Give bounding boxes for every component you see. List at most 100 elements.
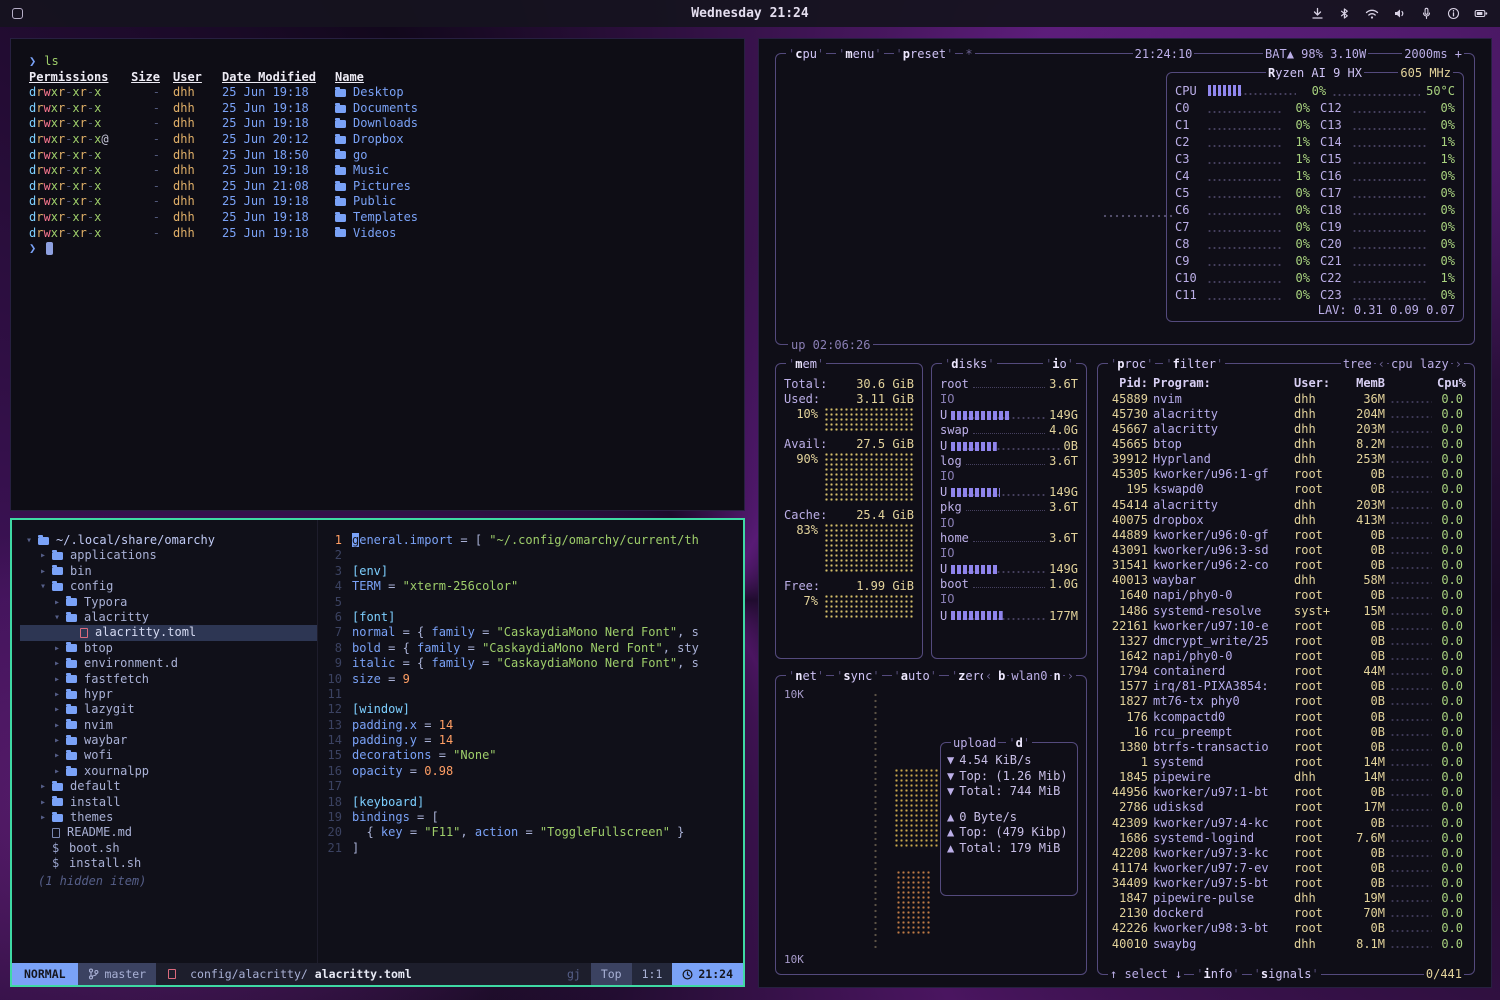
workspace-indicator[interactable]: [12, 8, 23, 19]
process-row[interactable]: 1systemdroot14M0.0: [1106, 754, 1466, 769]
next-iface-key[interactable]: n: [1052, 669, 1063, 683]
cpu-menu-buttons[interactable]: 'cpu''menu''preset': [786, 47, 955, 61]
tree-item-typora[interactable]: ▸Typora: [20, 595, 317, 610]
prev-iface-arrow[interactable]: ‹: [983, 669, 994, 683]
tree-item-fastfetch[interactable]: ▸fastfetch: [20, 672, 317, 687]
process-row[interactable]: 42309kworker/u97:4-kcroot0B0.0: [1106, 815, 1466, 830]
process-row[interactable]: 45305kworker/u96:1-gfroot0B0.0: [1106, 467, 1466, 482]
process-row[interactable]: 176kcompactd0root0B0.0: [1106, 709, 1466, 724]
terminal-window-ls[interactable]: ❯ ls PermissionsSizeUserDate ModifiedNam…: [10, 38, 745, 511]
auto-button[interactable]: 'auto': [892, 669, 939, 683]
tree-root[interactable]: ▾ ~/.local/share/omarchy: [20, 533, 317, 548]
terminal-cursor[interactable]: [46, 242, 53, 255]
tree-item-nvim[interactable]: ▸nvim: [20, 718, 317, 733]
bluetooth-icon[interactable]: [1338, 7, 1351, 20]
process-row[interactable]: 34409kworker/u97:5-btroot0B0.0: [1106, 876, 1466, 891]
proc-header-cpu[interactable]: Cpu%: [1437, 376, 1463, 390]
proc-header-program[interactable]: Program:: [1153, 376, 1289, 390]
process-row[interactable]: 40075dropboxdhh413M0.0: [1106, 512, 1466, 527]
upload-panel-label[interactable]: upload: [951, 736, 998, 750]
tree-toggle[interactable]: tree: [1341, 357, 1374, 371]
preset-button[interactable]: 'preset': [894, 47, 956, 61]
panel-hotkey[interactable]: 'd': [1006, 736, 1032, 750]
tree-item-install-sh[interactable]: $install.sh: [20, 856, 317, 871]
tree-item-themes[interactable]: ▸themes: [20, 810, 317, 825]
process-row[interactable]: 1577irq/81-PIXA3854:root0B0.0: [1106, 679, 1466, 694]
neovim-window[interactable]: ▾ ~/.local/share/omarchy ▸applications▸b…: [10, 518, 745, 987]
chevron-right-icon[interactable]: ▸: [54, 748, 66, 763]
process-row[interactable]: 40013waybardhh58M0.0: [1106, 573, 1466, 588]
process-row[interactable]: 40010swaybgdhh8.1M0.0: [1106, 936, 1466, 951]
process-row[interactable]: 195kswapd0root0B0.0: [1106, 482, 1466, 497]
process-row[interactable]: 44889kworker/u96:0-gfroot0B0.0: [1106, 527, 1466, 542]
sort-next-arrow[interactable]: ›: [1453, 357, 1464, 371]
tree-item-wofi[interactable]: ▸wofi: [20, 748, 317, 763]
process-row[interactable]: 1486systemd-resolvesyst+15M0.0: [1106, 603, 1466, 618]
process-row[interactable]: 39912Hyprlanddhh253M0.0: [1106, 452, 1466, 467]
chevron-right-icon[interactable]: ▸: [40, 564, 52, 579]
chevron-right-icon[interactable]: ▸: [54, 702, 66, 717]
git-branch[interactable]: master: [78, 963, 157, 985]
tree-item-install[interactable]: ▸install: [20, 795, 317, 810]
chevron-right-icon[interactable]: ▸: [54, 733, 66, 748]
process-row[interactable]: 1686systemd-logindroot7.6M0.0: [1106, 830, 1466, 845]
tree-item-alacritty-toml[interactable]: alacritty.toml: [20, 625, 317, 640]
tree-item-hypr[interactable]: ▸hypr: [20, 687, 317, 702]
process-row[interactable]: 31541kworker/u96:2-coroot0B0.0: [1106, 558, 1466, 573]
filter-button[interactable]: 'filter': [1163, 357, 1225, 371]
process-row[interactable]: 44956kworker/u97:1-btroot0B0.0: [1106, 785, 1466, 800]
microphone-icon[interactable]: [1420, 7, 1433, 20]
chevron-right-icon[interactable]: ▸: [40, 795, 52, 810]
process-row[interactable]: 42226kworker/u98:3-btroot0B0.0: [1106, 921, 1466, 936]
chevron-right-icon[interactable]: ▸: [40, 548, 52, 563]
process-row[interactable]: 1847pipewire-pulsedhh19M0.0: [1106, 891, 1466, 906]
process-row[interactable]: 43091kworker/u96:3-sdroot0B0.0: [1106, 542, 1466, 557]
tree-item-applications[interactable]: ▸applications: [20, 548, 317, 563]
chevron-down-icon[interactable]: ▾: [40, 579, 52, 594]
battery-icon[interactable]: [1474, 7, 1488, 20]
tree-item-default[interactable]: ▸default: [20, 779, 317, 794]
process-row[interactable]: 1827mt76-tx phy0root0B0.0: [1106, 694, 1466, 709]
process-row[interactable]: 45730alacrittydhh204M0.0: [1106, 406, 1466, 421]
chevron-right-icon[interactable]: ▸: [40, 779, 52, 794]
info-button[interactable]: 'info': [1194, 967, 1241, 982]
tree-item-bin[interactable]: ▸bin: [20, 564, 317, 579]
process-row[interactable]: 2786udisksdroot17M0.0: [1106, 800, 1466, 815]
editor-pane[interactable]: 1general.import = [ "~/.config/omarchy/c…: [318, 520, 743, 963]
tree-item-config[interactable]: ▾config: [20, 579, 317, 594]
process-row[interactable]: 2130dockerdroot70M0.0: [1106, 906, 1466, 921]
chevron-right-icon[interactable]: ▸: [54, 672, 66, 687]
volume-icon[interactable]: [1393, 7, 1406, 20]
tree-item-environment-d[interactable]: ▸environment.d: [20, 656, 317, 671]
process-row[interactable]: 1380btrfs-transactioroot0B0.0: [1106, 739, 1466, 754]
sort-prev-arrow[interactable]: ‹: [1376, 357, 1387, 371]
proc-header-pid[interactable]: Pid:: [1106, 376, 1148, 390]
process-row[interactable]: 1327dmcrypt_write/25root0B0.0: [1106, 633, 1466, 648]
chevron-right-icon[interactable]: ▸: [54, 656, 66, 671]
tree-item-readme-md[interactable]: README.md: [20, 825, 317, 840]
process-row[interactable]: 22161kworker/u97:10-eroot0B0.0: [1106, 618, 1466, 633]
prev-iface-key[interactable]: b: [996, 669, 1007, 683]
chevron-right-icon[interactable]: ▸: [54, 641, 66, 656]
proc-box-label[interactable]: 'proc': [1108, 357, 1155, 371]
sort-column[interactable]: cpu lazy: [1389, 357, 1451, 371]
process-row[interactable]: 45665btopdhh8.2M0.0: [1106, 436, 1466, 451]
mem-box-label[interactable]: 'mem': [786, 357, 826, 371]
info-icon[interactable]: [1447, 7, 1460, 20]
process-row[interactable]: 16rcu_preemptroot0B0.0: [1106, 724, 1466, 739]
next-iface-arrow[interactable]: ›: [1065, 669, 1076, 683]
tree-item-lazygit[interactable]: ▸lazygit: [20, 702, 317, 717]
chevron-right-icon[interactable]: ▸: [54, 595, 66, 610]
process-row[interactable]: 1794containerdroot44M0.0: [1106, 664, 1466, 679]
proc-header-memb[interactable]: MemB: [1343, 376, 1385, 390]
process-row[interactable]: 45414alacrittydhh203M0.0: [1106, 497, 1466, 512]
process-row[interactable]: 1640napi/phy0-0root0B0.0: [1106, 588, 1466, 603]
wifi-icon[interactable]: [1365, 7, 1379, 20]
signals-button[interactable]: 'signals': [1252, 967, 1321, 982]
btop-window[interactable]: 'cpu''menu''preset' * 21:24:10 BAT▲ 98% …: [758, 38, 1492, 988]
menu-button[interactable]: 'menu': [836, 47, 883, 61]
tree-item-alacritty[interactable]: ▾alacritty: [20, 610, 317, 625]
tree-item-waybar[interactable]: ▸waybar: [20, 733, 317, 748]
chevron-down-icon[interactable]: ▾: [54, 610, 66, 625]
net-mode-buttons[interactable]: 'sync''auto''zero': [834, 669, 996, 683]
